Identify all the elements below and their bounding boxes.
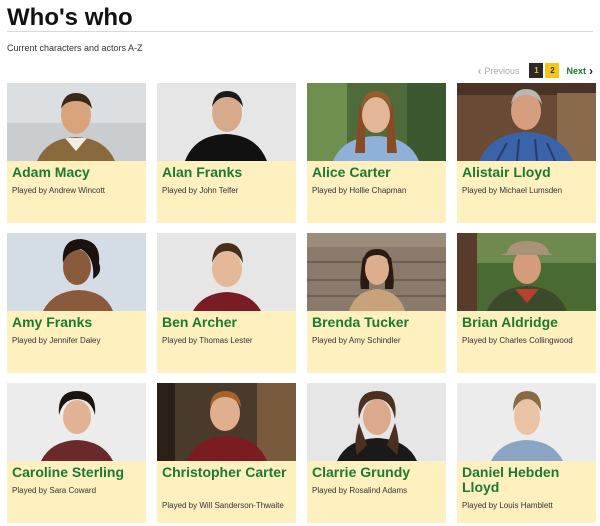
actor-credit: Played by Thomas Lester xyxy=(162,336,253,345)
chevron-left-icon: ‹ xyxy=(477,63,482,78)
actor-credit: Played by Amy Schindler xyxy=(312,336,401,345)
actor-credit: Played by Andrew Wincott xyxy=(12,186,105,195)
character-card[interactable]: Alan Franks Played by John Telfer xyxy=(157,83,296,223)
character-card[interactable]: Brian Aldridge Played by Charles Colling… xyxy=(457,233,596,373)
character-card[interactable]: Christopher Carter Played by Will Sander… xyxy=(157,383,296,523)
page-subtitle: Current characters and actors A-Z xyxy=(7,43,143,53)
character-card[interactable]: Alice Carter Played by Hollie Chapman xyxy=(307,83,446,223)
character-name[interactable]: Alan Franks xyxy=(162,165,292,180)
page-2-button[interactable]: 2 xyxy=(545,63,560,78)
actor-credit: Played by Rosalind Adams xyxy=(312,486,408,495)
character-photo[interactable] xyxy=(457,83,596,161)
next-link[interactable]: Next › xyxy=(566,64,593,78)
actor-credit: Played by Hollie Chapman xyxy=(312,186,407,195)
page-1-button[interactable]: 1 xyxy=(529,63,544,78)
character-card[interactable]: Alistair Lloyd Played by Michael Lumsden xyxy=(457,83,596,223)
character-name[interactable]: Daniel Hebden Lloyd xyxy=(462,465,592,495)
character-card[interactable]: Brenda Tucker Played by Amy Schindler xyxy=(307,233,446,373)
next-label: Next xyxy=(566,65,586,76)
character-card[interactable]: Caroline Sterling Played by Sara Coward xyxy=(7,383,146,523)
character-photo[interactable] xyxy=(457,233,596,311)
page-title: Who's who xyxy=(7,4,133,31)
character-photo[interactable] xyxy=(307,383,446,461)
chevron-right-icon: › xyxy=(589,63,593,78)
character-photo[interactable] xyxy=(457,383,596,461)
title-divider xyxy=(7,31,593,32)
character-photo[interactable] xyxy=(307,233,446,311)
character-photo[interactable] xyxy=(157,83,296,161)
character-name[interactable]: Amy Franks xyxy=(12,315,142,330)
character-photo[interactable] xyxy=(7,383,146,461)
character-photo[interactable] xyxy=(7,233,146,311)
character-name[interactable]: Caroline Sterling xyxy=(12,465,142,480)
actor-credit: Played by Charles Collingwood xyxy=(462,336,573,345)
character-name[interactable]: Ben Archer xyxy=(162,315,292,330)
character-card[interactable]: Ben Archer Played by Thomas Lester xyxy=(157,233,296,373)
actor-credit: Played by Sara Coward xyxy=(12,486,97,495)
character-card[interactable]: Clarrie Grundy Played by Rosalind Adams xyxy=(307,383,446,523)
character-card[interactable]: Adam Macy Played by Andrew Wincott xyxy=(7,83,146,223)
character-name[interactable]: Clarrie Grundy xyxy=(312,465,442,480)
pagination: ‹ Previous 1 2 Next › xyxy=(477,63,593,78)
character-name[interactable]: Brian Aldridge xyxy=(462,315,592,330)
character-card[interactable]: Daniel Hebden Lloyd Played by Louis Hamb… xyxy=(457,383,596,523)
character-name[interactable]: Adam Macy xyxy=(12,165,142,180)
actor-credit: Played by Jennifer Daley xyxy=(12,336,101,345)
character-photo[interactable] xyxy=(7,83,146,161)
character-photo[interactable] xyxy=(157,233,296,311)
character-photo[interactable] xyxy=(307,83,446,161)
character-name[interactable]: Alice Carter xyxy=(312,165,442,180)
actor-credit: Played by Louis Hamblett xyxy=(462,501,553,510)
previous-label: Previous xyxy=(484,65,520,76)
character-photo[interactable] xyxy=(157,383,296,461)
character-name[interactable]: Alistair Lloyd xyxy=(462,165,592,180)
character-grid: Adam Macy Played by Andrew Wincott Alan … xyxy=(7,83,596,523)
character-card[interactable]: Amy Franks Played by Jennifer Daley xyxy=(7,233,146,373)
previous-link[interactable]: ‹ Previous xyxy=(477,64,519,78)
actor-credit: Played by John Telfer xyxy=(162,186,239,195)
actor-credit: Played by Michael Lumsden xyxy=(462,186,563,195)
character-name[interactable]: Brenda Tucker xyxy=(312,315,442,330)
character-name[interactable]: Christopher Carter xyxy=(162,465,292,480)
actor-credit: Played by Will Sanderson-Thwaite xyxy=(162,501,284,510)
